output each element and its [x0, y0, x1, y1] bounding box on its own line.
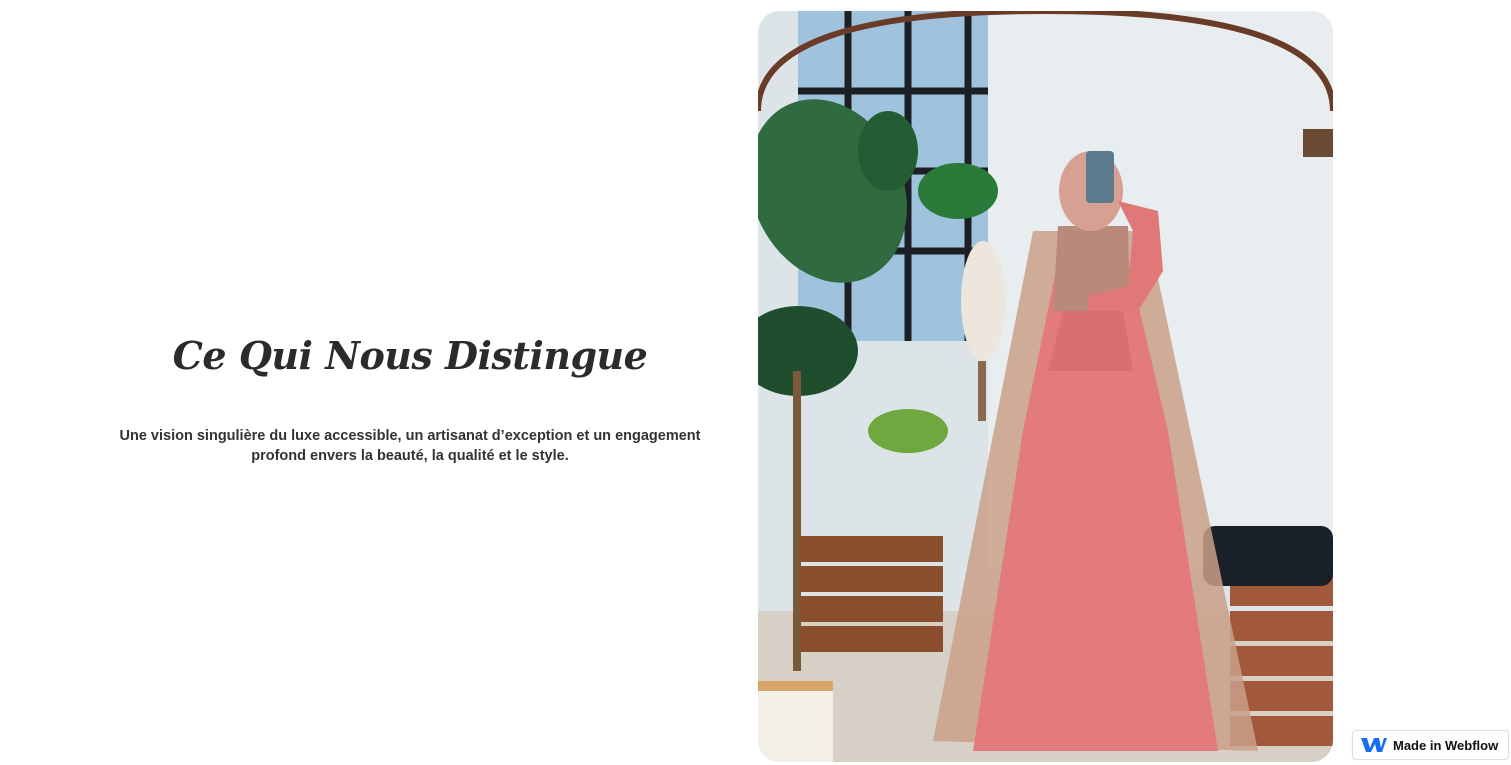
- section-heading: Ce Qui Nous Distingue: [172, 333, 648, 378]
- badge-label: Made in Webflow: [1393, 737, 1499, 753]
- intro-text-block: Ce Qui Nous Distingue Une vision singuli…: [110, 330, 710, 466]
- section-description: Une vision singulière du luxe accessible…: [119, 428, 701, 464]
- hero-photo: [758, 11, 1333, 762]
- page: Ce Qui Nous Distingue Une vision singuli…: [0, 0, 1511, 765]
- made-in-webflow-badge[interactable]: Made in Webflow: [1352, 730, 1509, 760]
- webflow-logo-icon: [1361, 737, 1387, 753]
